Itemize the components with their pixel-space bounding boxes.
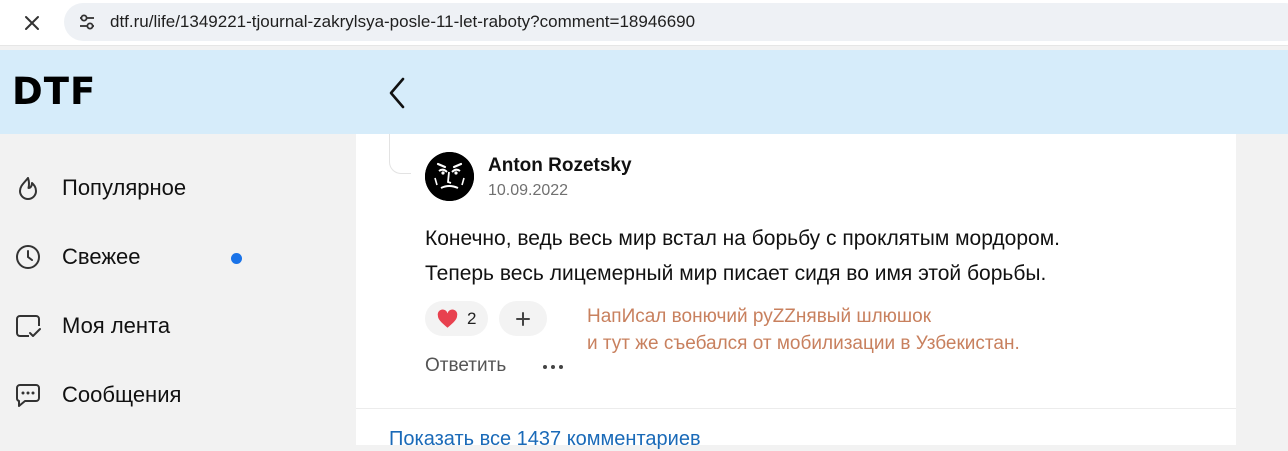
unread-dot [231, 253, 242, 264]
show-all-comments-link[interactable]: Показать все 1437 комментариев [389, 428, 701, 451]
flame-icon [19, 177, 37, 200]
browser-bar: dtf.ru/life/1349221-tjournal-zakrylsya-p… [0, 0, 1288, 46]
site-info-button[interactable] [76, 11, 98, 33]
comment-body: Конечно, ведь весь мир встал на борьбу с… [425, 221, 1205, 291]
address-bar[interactable]: dtf.ru/life/1349221-tjournal-zakrylsya-p… [64, 3, 1288, 41]
sidebar-item-my-feed[interactable]: Моя лента [0, 300, 300, 350]
plus-icon [516, 311, 530, 326]
clock-icon [16, 245, 40, 269]
annotation-line: НапИсал вонючий руZZнявый шлюшок [587, 306, 932, 327]
more-options-button[interactable] [540, 356, 566, 378]
sidebar-item-label: Свежее [62, 244, 141, 269]
add-reaction-button[interactable] [499, 301, 547, 336]
reply-button[interactable]: Ответить [425, 355, 506, 377]
comment-date[interactable]: 10.09.2022 [488, 182, 568, 200]
ellipsis-icon [543, 365, 563, 369]
avatar[interactable] [425, 152, 474, 201]
sidebar-item-label: Сообщения [62, 382, 182, 407]
site-header: DTF [0, 50, 1288, 134]
overlay-annotation: НапИсал вонючий руZZнявый шлюшок и тут ж… [587, 303, 1020, 357]
like-button[interactable]: 2 [425, 301, 488, 336]
sidebar-item-fresh[interactable]: Свежее [0, 231, 300, 281]
divider [356, 408, 1236, 409]
dtf-logo[interactable]: DTF [12, 70, 96, 113]
face-sketch-icon [425, 152, 474, 201]
tune-icon [80, 14, 94, 30]
sidebar: Популярное Свежее Моя лента Сообщения [0, 134, 356, 445]
sidebar-item-messages[interactable]: Сообщения [0, 369, 300, 419]
thread-connector [389, 134, 411, 174]
url-text[interactable]: dtf.ru/life/1349221-tjournal-zakrylsya-p… [110, 12, 695, 32]
like-count: 2 [467, 309, 477, 328]
annotation-line: и тут же съебался от мобилизации в Узбек… [587, 333, 1020, 354]
sidebar-item-label: Популярное [62, 175, 187, 200]
chat-bubble-icon [16, 384, 40, 407]
feed-check-icon [16, 315, 41, 337]
comment-card: Anton Rozetsky 10.09.2022 Конечно, ведь … [356, 134, 1236, 450]
sidebar-item-label: Моя лента [62, 313, 171, 338]
back-button[interactable] [380, 74, 414, 112]
close-icon [25, 16, 39, 30]
heart-icon [437, 309, 458, 328]
close-tab-button[interactable] [18, 9, 46, 37]
comment-line: Теперь весь лицемерный мир писает сидя в… [425, 262, 1047, 285]
sidebar-item-popular[interactable]: Популярное [0, 162, 300, 212]
comment-line: Конечно, ведь весь мир встал на борьбу с… [425, 227, 1060, 250]
comment-author[interactable]: Anton Rozetsky [488, 155, 632, 177]
chevron-left-icon [389, 77, 405, 109]
